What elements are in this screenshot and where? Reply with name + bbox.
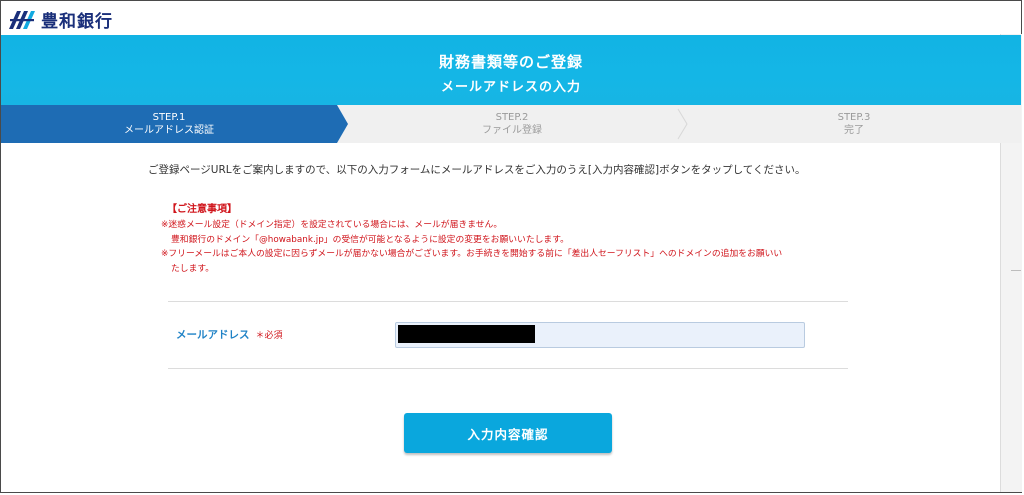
notice-title: 【ご注意事項】 [167,204,237,215]
required-mark: ＊必須 [255,331,283,341]
notice-list: ※迷惑メール設定（ドメイン指定）を設定されている場合には、メールが届きません。 … [161,218,861,276]
intro-text: ご登録ページURLをご案内しますので、以下の入力フォームにメールアドレスをご入力… [148,164,806,176]
notice-line: ※フリーメールはご本人の設定に因らずメールが届かない場合がございます。お手続きを… [161,249,783,259]
notice-line: たします。 [171,263,215,274]
bank-logo[interactable]: 豊和銀行 [7,7,113,32]
confirm-input-button[interactable]: 入力内容確認 [404,413,612,453]
step-3-label: 完了 [844,125,864,136]
step-3-number: STEP.3 [837,112,871,123]
step-2-label: ファイル登録 [482,125,542,136]
step-1-number: STEP.1 [152,112,186,123]
redacted-email-value [398,325,535,343]
step-1-arrow [337,105,348,143]
step-2: STEP.2 ファイル登録 [351,105,673,143]
form-divider-bottom [168,368,848,369]
step-indicator: STEP.1 メールアドレス認証 STEP.2 ファイル登録 STEP.3 完了 [1,105,1021,143]
bank-logo-icon [9,10,35,29]
step-2-number: STEP.2 [495,112,529,123]
notice-line: ※迷惑メール設定（ドメイン指定）を設定されている場合には、メールが届きません。 [161,220,503,230]
site-header: 豊和銀行 [1,1,1021,35]
step-1: STEP.1 メールアドレス認証 [1,105,337,143]
scrollbar-marker [1011,270,1021,271]
bank-name: 豊和銀行 [41,12,113,32]
email-label: メールアドレス ＊必須 [176,327,283,342]
page-title: 財務書類等のご登録 [438,53,583,71]
page-banner: 財務書類等のご登録 メールアドレスの入力 [1,35,1021,105]
form-divider-top [168,301,848,302]
email-label-text: メールアドレス [176,329,250,341]
step-3: STEP.3 完了 [687,105,1021,143]
page-subtitle: メールアドレスの入力 [440,80,581,95]
notice-line: 豊和銀行のドメイン「@howabank.jp」の受信が可能となるように設定の変更… [171,234,569,245]
step-1-label: メールアドレス認証 [124,125,214,136]
